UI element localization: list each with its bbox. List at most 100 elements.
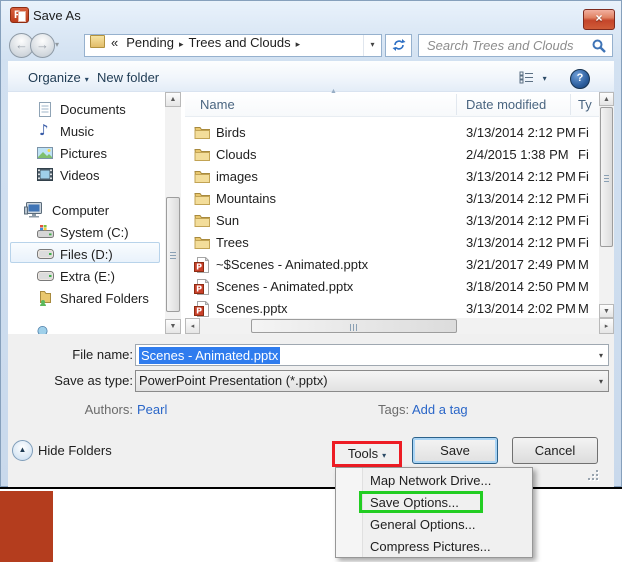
sidebar-item-label: Videos bbox=[60, 168, 100, 183]
hide-folders-label[interactable]: Hide Folders bbox=[38, 443, 112, 458]
back-icon: ← bbox=[15, 37, 28, 52]
folder-icon bbox=[194, 149, 210, 161]
authors-label: Authors: bbox=[84, 402, 133, 417]
column-divider[interactable] bbox=[456, 94, 457, 115]
table-row-sun[interactable]: Sun 3/13/2014 2:12 PM Fi bbox=[185, 210, 600, 232]
crumb-prefix[interactable]: « bbox=[111, 35, 118, 50]
table-row-scenes-animated[interactable]: P Scenes - Animated.pptx 3/18/2014 2:50 P… bbox=[185, 276, 600, 298]
sidebar-item-music[interactable]: ♪ Music bbox=[8, 121, 168, 142]
tags-label: Tags: bbox=[378, 402, 410, 417]
scroll-left-icon[interactable]: ◂ bbox=[185, 318, 200, 334]
sidebar-item-extra-e[interactable]: Extra (E:) bbox=[8, 266, 168, 287]
system-drive-icon bbox=[37, 225, 54, 238]
save-as-type-select[interactable]: PowerPoint Presentation (*.pptx) ▾ bbox=[135, 370, 609, 392]
help-icon: ? bbox=[576, 72, 584, 84]
table-row-temp-scenes-animated[interactable]: P ~$Scenes - Animated.pptx 3/21/2017 2:49… bbox=[185, 254, 600, 276]
sidebar-item-system-c[interactable]: System (C:) bbox=[8, 222, 168, 243]
sidebar-item-pictures[interactable]: Pictures bbox=[8, 143, 168, 164]
table-row-trees[interactable]: Trees 3/13/2014 2:12 PM Fi bbox=[185, 232, 600, 254]
document-icon bbox=[39, 102, 51, 117]
breadcrumb-trees-and-clouds[interactable]: Trees and Clouds bbox=[188, 35, 290, 50]
nav-history-chevron-icon[interactable]: ▾ bbox=[55, 40, 59, 49]
search-input[interactable]: Search Trees and Clouds bbox=[418, 34, 613, 57]
svg-text:P: P bbox=[196, 263, 202, 272]
cancel-button[interactable]: Cancel bbox=[512, 437, 598, 464]
chevron-right-icon[interactable]: ▸ bbox=[291, 39, 306, 49]
chevron-down-icon: ▾ bbox=[84, 75, 89, 84]
picture-icon bbox=[37, 147, 53, 159]
forward-button[interactable]: → bbox=[30, 33, 55, 58]
menu-item-map-network-drive[interactable]: Map Network Drive... bbox=[337, 470, 531, 491]
sidebar-item-computer[interactable]: Computer bbox=[8, 200, 168, 221]
pptx-file-icon: P bbox=[194, 257, 209, 273]
refresh-button[interactable] bbox=[385, 34, 412, 57]
tags-value-link[interactable]: Add a tag bbox=[412, 402, 468, 417]
authors-value-link[interactable]: Pearl bbox=[137, 402, 167, 417]
table-row-clouds[interactable]: Clouds 2/4/2015 1:38 PM Fi bbox=[185, 144, 600, 166]
sidebar-item-files-d[interactable]: Files (D:) bbox=[8, 244, 168, 265]
scroll-up-icon[interactable]: ▲ bbox=[599, 92, 614, 106]
help-button[interactable]: ? bbox=[570, 69, 590, 89]
tools-button[interactable]: Tools ▾ bbox=[332, 441, 402, 467]
chevron-down-icon[interactable]: ▾ bbox=[599, 351, 603, 360]
views-icon bbox=[519, 71, 533, 84]
table-row-mountains[interactable]: Mountains 3/13/2014 2:12 PM Fi bbox=[185, 188, 600, 210]
fields-panel: File name: Scenes - Animated.pptx ▾ Save… bbox=[8, 334, 614, 487]
table-row-birds[interactable]: Birds 3/13/2014 2:12 PM Fi bbox=[185, 122, 600, 144]
folder-icon bbox=[194, 215, 210, 227]
list-horizontal-scrollbar[interactable]: ◂ ▸ bbox=[185, 318, 614, 334]
save-options-highlight-annotation bbox=[359, 491, 483, 513]
folder-icon bbox=[194, 193, 210, 205]
organize-button[interactable]: Organize ▾ bbox=[28, 70, 89, 85]
save-button[interactable]: Save bbox=[412, 437, 498, 464]
menu-item-compress-pictures[interactable]: Compress Pictures... bbox=[337, 536, 531, 557]
scrollbar-thumb[interactable] bbox=[600, 107, 613, 247]
search-icon[interactable] bbox=[592, 39, 606, 53]
list-vertical-scrollbar[interactable]: ▲ ▼ bbox=[599, 92, 614, 318]
scroll-right-icon[interactable]: ▸ bbox=[599, 318, 614, 334]
sidebar-item-label: Pictures bbox=[60, 146, 107, 161]
table-row-images[interactable]: images 3/13/2014 2:12 PM Fi bbox=[185, 166, 600, 188]
scrollbar-thumb[interactable] bbox=[166, 197, 180, 312]
scroll-down-icon[interactable]: ▼ bbox=[165, 319, 181, 334]
scroll-up-icon[interactable]: ▲ bbox=[165, 92, 181, 107]
views-button[interactable]: ▾ bbox=[519, 71, 547, 87]
hide-folders-button[interactable]: ▲ bbox=[12, 440, 33, 461]
new-folder-label: New folder bbox=[97, 70, 160, 85]
svg-text:P: P bbox=[196, 307, 202, 316]
menu-item-general-options[interactable]: General Options... bbox=[337, 514, 531, 535]
video-icon bbox=[37, 168, 53, 181]
column-header-date-modified[interactable]: Date modified bbox=[466, 97, 546, 112]
close-button[interactable]: × bbox=[583, 9, 615, 30]
window-title: Save As bbox=[33, 8, 81, 23]
scrollbar-thumb[interactable] bbox=[251, 319, 457, 333]
svg-text:P: P bbox=[196, 285, 202, 294]
column-header-name[interactable]: Name bbox=[200, 97, 235, 112]
sidebar-scrollbar[interactable]: ▲ ▼ bbox=[165, 92, 181, 334]
organize-label: Organize bbox=[28, 70, 81, 85]
column-divider[interactable] bbox=[570, 94, 571, 115]
file-name-input[interactable]: Scenes - Animated.pptx ▾ bbox=[135, 344, 609, 366]
breadcrumb-pending[interactable]: Pending bbox=[126, 35, 174, 50]
breadcrumb[interactable]: «Pending ▸ Trees and Clouds ▸ ▾ bbox=[84, 34, 382, 57]
search-placeholder: Search Trees and Clouds bbox=[427, 38, 574, 53]
chevron-right-icon[interactable]: ▸ bbox=[174, 39, 189, 49]
sidebar-item-documents[interactable]: Documents bbox=[8, 99, 168, 120]
address-dropdown-icon[interactable]: ▾ bbox=[363, 35, 381, 56]
save-as-type-value: PowerPoint Presentation (*.pptx) bbox=[139, 373, 328, 388]
powerpoint-app-icon: P bbox=[10, 7, 29, 23]
sidebar-item-label: Music bbox=[60, 124, 94, 139]
file-name-value[interactable]: Scenes - Animated.pptx bbox=[139, 347, 281, 364]
tools-label: Tools bbox=[347, 446, 379, 461]
chevron-down-icon[interactable]: ▾ bbox=[599, 377, 603, 386]
column-header-type[interactable]: Ty bbox=[578, 97, 592, 112]
drive-icon bbox=[37, 249, 54, 259]
new-folder-button[interactable]: New folder bbox=[97, 70, 159, 85]
table-row-scenes[interactable]: P Scenes.pptx 3/13/2014 2:02 PM M bbox=[185, 298, 600, 320]
folder-icon bbox=[194, 171, 210, 183]
sidebar-item-shared-folders[interactable]: Shared Folders bbox=[8, 288, 168, 309]
sidebar-item-label: Extra (E:) bbox=[60, 269, 115, 284]
scroll-down-icon[interactable]: ▼ bbox=[599, 304, 614, 318]
sidebar-item-videos[interactable]: Videos bbox=[8, 165, 168, 186]
resize-grip[interactable] bbox=[588, 470, 600, 482]
